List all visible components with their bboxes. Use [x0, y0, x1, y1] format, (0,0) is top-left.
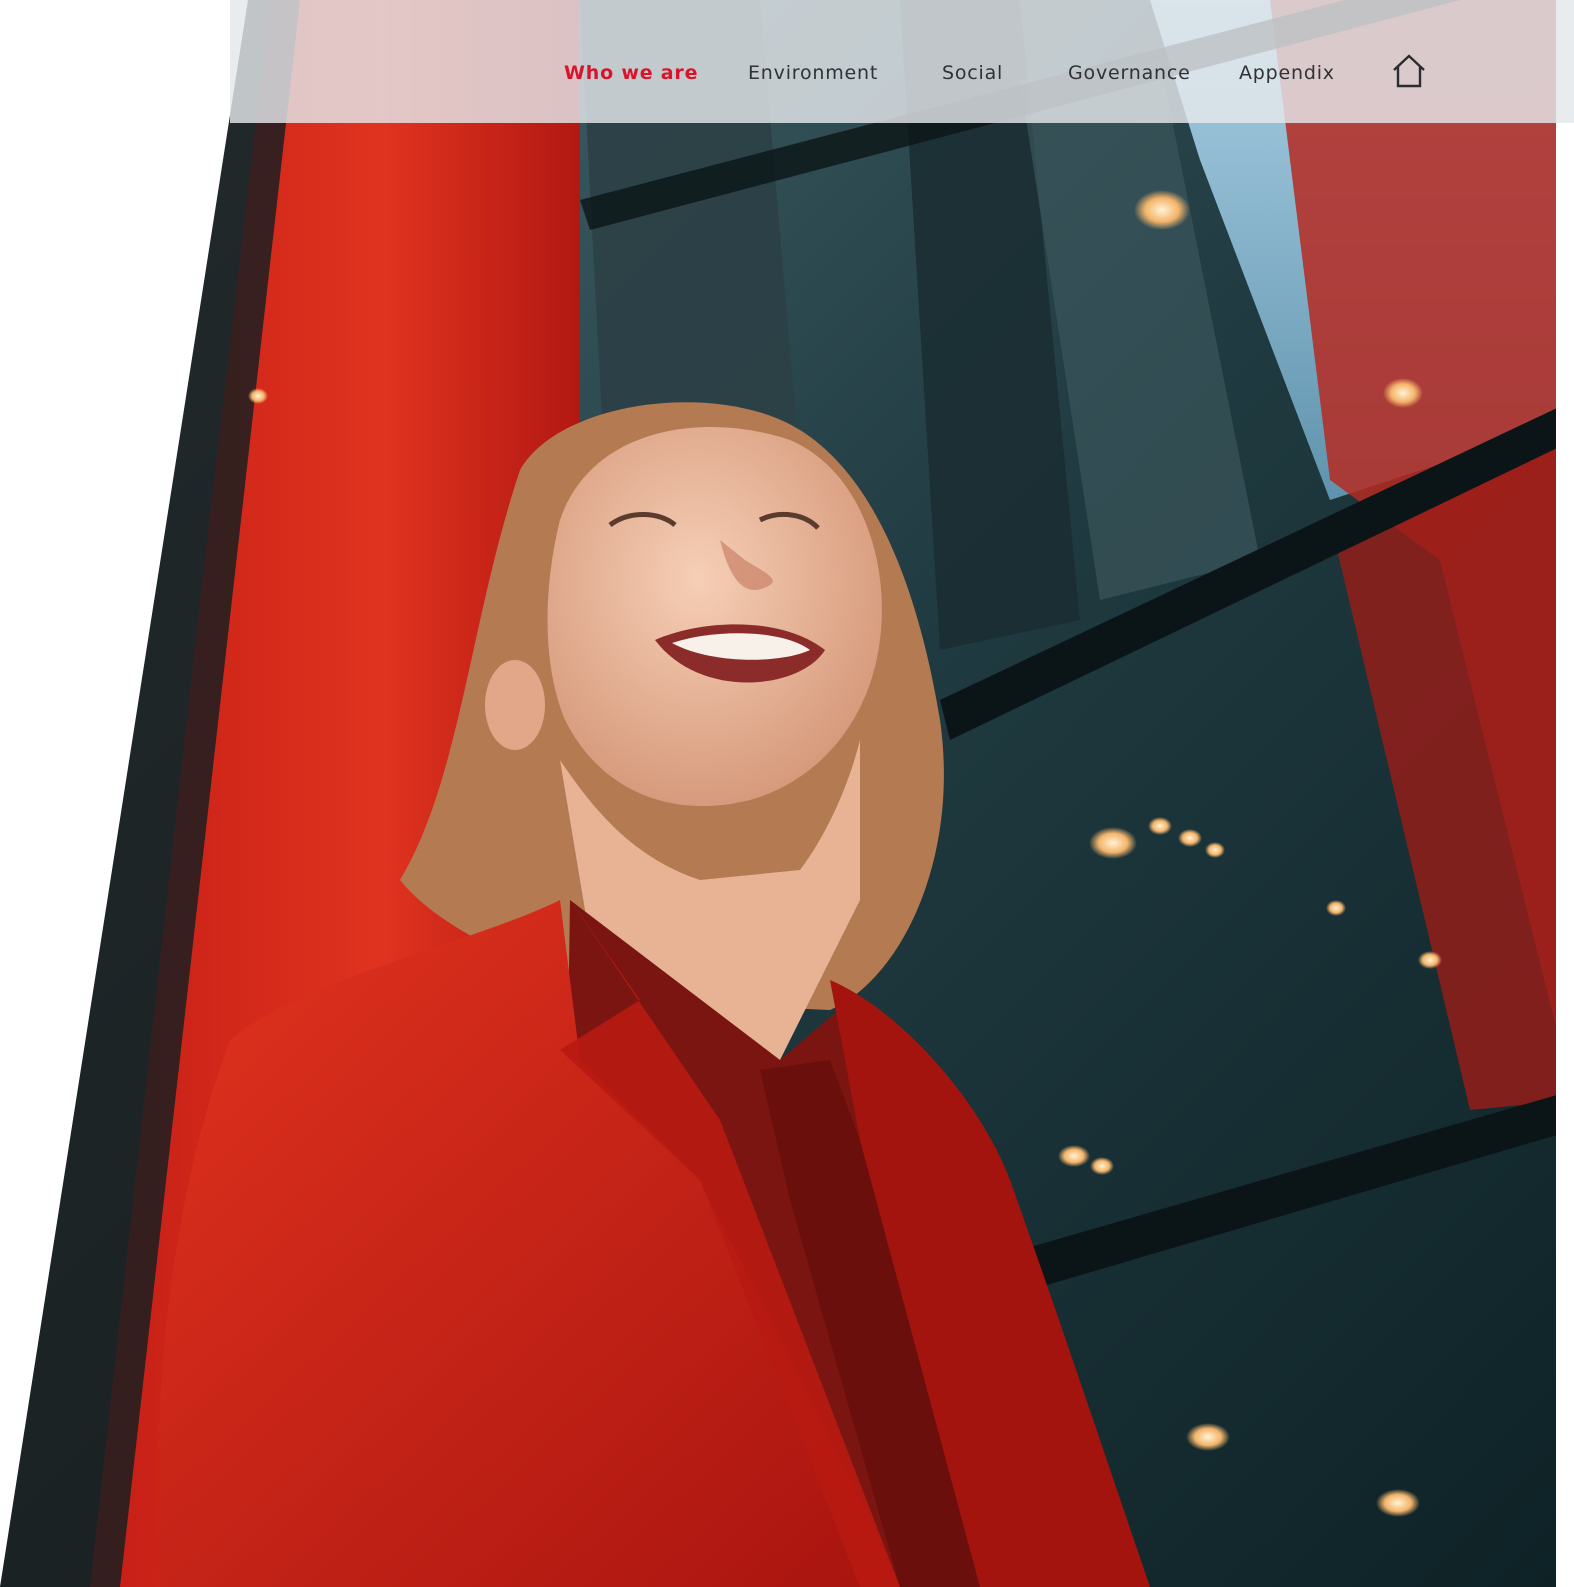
- nav-item-appendix[interactable]: Appendix: [1239, 58, 1335, 88]
- home-icon: [1393, 54, 1425, 88]
- nav-item-environment[interactable]: Environment: [748, 58, 878, 88]
- nav-item-social[interactable]: Social: [942, 58, 1003, 88]
- hero-illustration: [0, 0, 1556, 1587]
- nav-item-who-we-are[interactable]: Who we are: [564, 58, 698, 88]
- top-navigation-bar: Who we are Environment Social Governance…: [230, 0, 1574, 123]
- hero-photo: [0, 0, 1574, 1587]
- home-button[interactable]: [1390, 52, 1428, 90]
- page: Who we are Environment Social Governance…: [0, 0, 1574, 1587]
- nav-item-governance[interactable]: Governance: [1068, 58, 1191, 88]
